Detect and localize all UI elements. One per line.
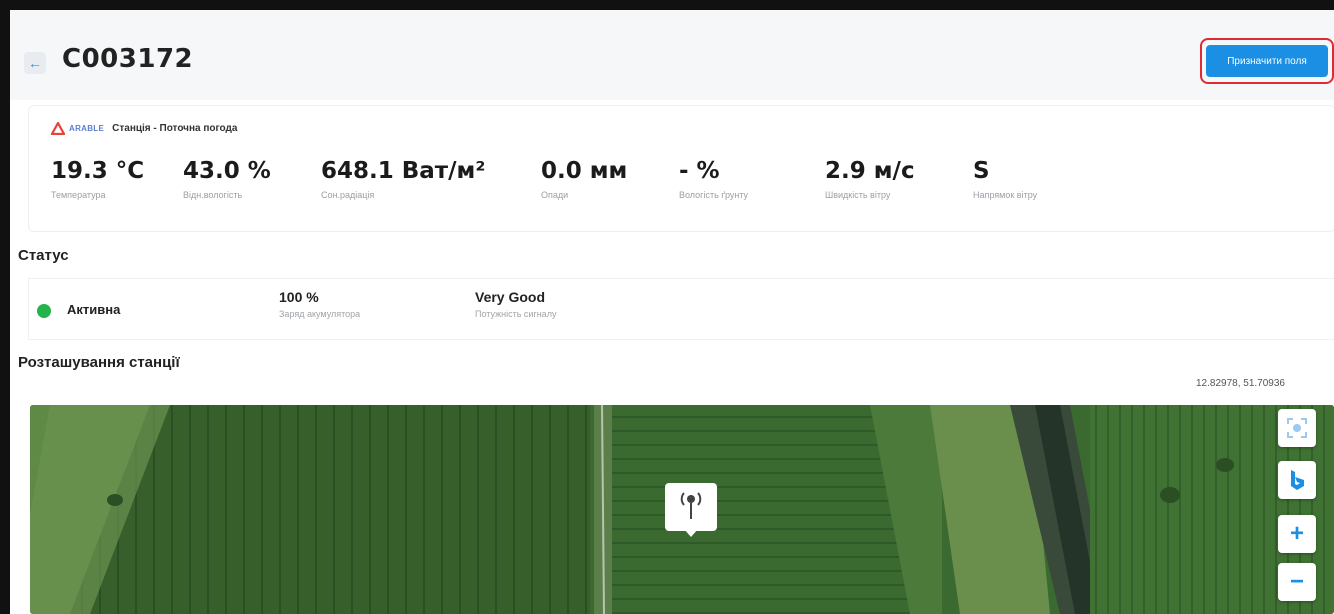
bing-icon [1291,470,1304,490]
brand-logo: ARABLE [69,124,105,133]
metric-label: Сон.радіація [321,190,375,200]
battery-label: Заряд акумулятора [279,309,361,319]
back-button[interactable]: ← [24,52,46,74]
metric-label: Відн.вологість [183,190,243,200]
marker-pointer [684,529,698,537]
bing-maps-button[interactable] [1278,461,1316,499]
card-title: Станція - Поточна погода [112,123,238,134]
locate-button[interactable] [1278,409,1316,447]
metric-label: Напрямок вітру [973,190,1038,200]
signal-value: Very Good [475,289,546,305]
assign-fields-button[interactable]: Призначити поля [1206,45,1328,77]
coordinates-readout: 12.82978, 51.70936 [1196,378,1285,389]
status-card: Активна 100 % Заряд акумулятора Very Goo… [28,278,1334,340]
current-weather-card: ARABLE Станція - Поточна погода 19.3 °C … [28,105,1334,232]
metric-value: S [973,158,990,184]
battery-stat: 100 % Заряд акумулятора [279,289,360,319]
metric-label: Швидкість вітру [825,190,891,200]
signal-label: Потужність сигналу [475,309,557,319]
signal-stat: Very Good Потужність сигналу [475,289,556,319]
status-text: Активна [67,302,121,317]
station-marker[interactable] [665,483,717,537]
metric-value: 2.9 м/с [825,158,915,184]
arrow-left-icon: ← [28,55,42,71]
metric-precipitation: 0.0 мм Опади [541,158,627,200]
metric-temperature: 19.3 °C Температура [51,158,144,200]
metric-humidity: 43.0 % Відн.вологість [183,158,271,200]
location-section-title: Розташування станції [18,354,180,371]
metric-wind-direction: S Напрямок вітру [973,158,1037,200]
card-header: ARABLE Станція - Поточна погода [51,122,237,135]
status-section-title: Статус [18,247,69,264]
battery-value: 100 % [279,289,319,305]
page-header: ← C003172 Призначити поля [10,10,1334,100]
metric-value: - % [679,158,720,184]
status-indicator [37,304,51,318]
zoom-in-button[interactable]: + [1278,515,1316,553]
station-map[interactable]: + − [30,405,1334,614]
metric-wind-speed: 2.9 м/с Швидкість вітру [825,158,915,200]
metric-label: Вологість ґрунту [679,190,749,200]
metric-soil-moisture: - % Вологість ґрунту [679,158,748,200]
metric-label: Температура [51,190,106,200]
metric-value: 43.0 % [183,158,271,184]
metric-label: Опади [541,190,569,200]
antenna-icon [680,492,702,519]
metric-value: 0.0 мм [541,158,628,184]
locate-icon [1287,418,1307,438]
metric-value: 19.3 °C [51,158,145,184]
assign-fields-highlight: Призначити поля [1200,38,1334,84]
arable-logo-icon [51,122,65,135]
metric-value: 648.1 Ват/м² [321,158,486,184]
metric-solar-radiation: 648.1 Ват/м² Сон.радіація [321,158,485,200]
app-window: ← C003172 Призначити поля ARABLE Станція… [10,10,1334,614]
zoom-out-button[interactable]: − [1278,563,1316,601]
page-title: C003172 [62,44,194,74]
